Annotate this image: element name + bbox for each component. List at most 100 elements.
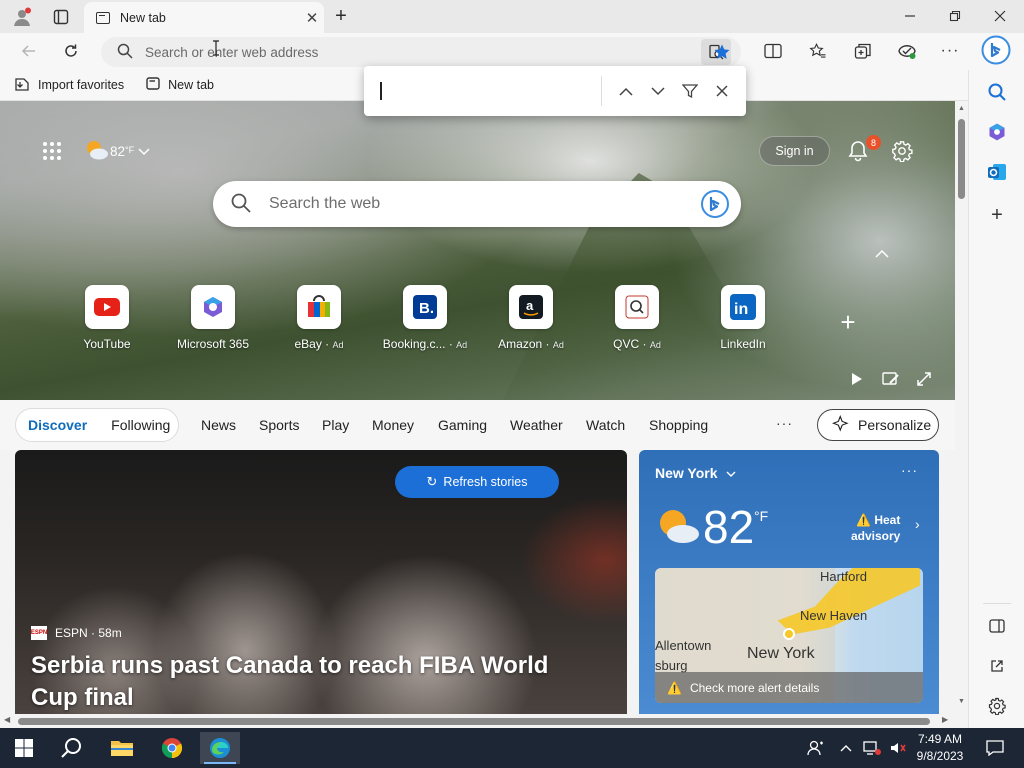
people-icon[interactable] <box>796 732 836 764</box>
weather-alert-map[interactable]: Hartford New Haven Allentown New York sb… <box>655 568 923 703</box>
taskbar-search-icon[interactable] <box>52 732 92 764</box>
new-tab-page-icon <box>146 77 160 93</box>
nav-gaming[interactable]: Gaming <box>438 417 487 433</box>
copilot-bing-icon[interactable] <box>981 35 1011 65</box>
volume-muted-icon[interactable] <box>884 732 912 764</box>
sidebar-open-external-icon[interactable] <box>985 654 1009 678</box>
favorite-star-icon[interactable] <box>705 37 739 67</box>
sidebar-microsoft-365-icon[interactable] <box>985 120 1009 144</box>
tab-discover[interactable]: Discover <box>28 417 87 433</box>
background-info-icon[interactable] <box>882 371 902 391</box>
notifications-center-icon[interactable] <box>975 732 1015 764</box>
file-explorer-icon[interactable] <box>102 732 142 764</box>
quick-link-microsoft-365[interactable]: Microsoft 365 <box>163 285 263 355</box>
quick-link-booking[interactable]: B. Booking.c... · Ad <box>375 285 475 355</box>
import-favorites-link[interactable]: Import favorites <box>14 77 124 94</box>
nav-sports[interactable]: Sports <box>259 417 299 433</box>
weather-card[interactable]: New York ··· 82 °F ⚠️ Heat advisory › Ha… <box>639 450 939 714</box>
find-next-icon[interactable] <box>642 75 674 107</box>
sidebar-search-icon[interactable] <box>985 80 1009 104</box>
nav-watch[interactable]: Watch <box>586 417 625 433</box>
chrome-icon[interactable] <box>152 732 192 764</box>
tab-following[interactable]: Following <box>111 417 170 433</box>
quick-link-linkedin[interactable]: in LinkedIn <box>693 285 793 355</box>
chevron-right-icon[interactable]: › <box>915 516 920 532</box>
close-window-icon[interactable] <box>988 5 1012 27</box>
linkedin-icon: in <box>721 285 765 329</box>
address-input[interactable]: Search or enter web address <box>145 45 701 60</box>
nav-play[interactable]: Play <box>322 417 349 433</box>
sign-in-button[interactable]: Sign in <box>759 136 830 166</box>
vertical-scroll-thumb[interactable] <box>958 119 965 199</box>
web-search-box[interactable]: Search the web <box>213 181 741 227</box>
quick-link-ebay[interactable]: eBay · Ad <box>269 285 369 355</box>
find-previous-icon[interactable] <box>610 75 642 107</box>
fullscreen-expand-icon[interactable] <box>916 371 936 391</box>
quick-link-amazon[interactable]: a Amazon · Ad <box>481 285 581 355</box>
new-tab-plus-icon[interactable]: + <box>330 5 352 27</box>
play-background-icon[interactable] <box>848 371 868 391</box>
find-input[interactable] <box>382 76 602 106</box>
taskbar-clock[interactable]: 7:49 AM 9/8/2023 <box>912 731 968 765</box>
find-filter-icon[interactable] <box>674 75 706 107</box>
profile-icon[interactable] <box>10 6 34 28</box>
scroll-left-icon[interactable]: ◀ <box>4 715 10 724</box>
settings-more-icon[interactable]: ··· <box>937 39 963 63</box>
top-story-card[interactable]: ↻ Refresh stories ESPN ESPN · 58m Serbia… <box>15 450 627 714</box>
scroll-down-icon[interactable]: ▼ <box>958 698 965 705</box>
browser-tab[interactable]: New tab ✕ <box>84 2 324 33</box>
network-icon[interactable] <box>858 732 886 764</box>
back-icon[interactable] <box>16 39 42 63</box>
nav-news[interactable]: News <box>201 417 236 433</box>
story-headline[interactable]: Serbia runs past Canada to reach FIBA Wo… <box>31 650 591 714</box>
sidebar-hide-icon[interactable] <box>985 614 1009 638</box>
sidebar-outlook-icon[interactable] <box>985 160 1009 184</box>
horizontal-scroll-thumb[interactable] <box>18 718 930 725</box>
horizontal-scrollbar[interactable]: ◀ ▶ <box>0 714 955 728</box>
quick-link-youtube[interactable]: YouTube <box>57 285 157 355</box>
find-close-icon[interactable] <box>706 75 738 107</box>
weather-city-selector[interactable]: New York <box>655 465 736 481</box>
more-categories-icon[interactable]: ··· <box>776 415 793 431</box>
new-tab-favorite-link[interactable]: New tab <box>146 77 214 93</box>
nav-money[interactable]: Money <box>372 417 414 433</box>
sidebar-add-plus-icon[interactable]: + <box>985 203 1009 227</box>
nav-weather[interactable]: Weather <box>510 417 563 433</box>
page-settings-gear-icon[interactable] <box>890 139 914 163</box>
split-screen-icon[interactable] <box>760 39 786 63</box>
nav-shopping[interactable]: Shopping <box>649 417 708 433</box>
sidebar-settings-gear-icon[interactable] <box>985 694 1009 718</box>
quick-link-label: Microsoft 365 <box>176 337 250 351</box>
restore-icon[interactable] <box>943 5 967 27</box>
refresh-stories-button[interactable]: ↻ Refresh stories <box>395 466 559 498</box>
edge-taskbar-icon[interactable] <box>200 732 240 764</box>
check-alert-details-link[interactable]: ⚠️ Check more alert details <box>655 672 923 703</box>
svg-text:B.: B. <box>419 300 434 317</box>
windows-start-icon[interactable] <box>4 732 44 764</box>
personalize-label: Personalize <box>858 417 932 433</box>
weather-more-options-icon[interactable]: ··· <box>901 462 918 478</box>
personalize-button[interactable]: Personalize <box>817 409 939 441</box>
heat-advisory-alert[interactable]: ⚠️ Heat advisory <box>851 512 900 544</box>
close-tab-icon[interactable]: ✕ <box>300 9 324 27</box>
web-search-input[interactable]: Search the web <box>269 195 697 213</box>
favorites-icon[interactable] <box>805 39 831 63</box>
scroll-right-icon[interactable]: ▶ <box>942 715 948 724</box>
minimize-icon[interactable] <box>898 5 922 27</box>
collections-icon[interactable] <box>850 39 876 63</box>
quick-link-qvc[interactable]: QVC · Ad <box>587 285 687 355</box>
vertical-scrollbar[interactable]: ▲ ▼ <box>955 101 968 714</box>
weather-chip[interactable]: 82 °F <box>84 139 150 164</box>
collapse-chevron-up-icon[interactable] <box>873 244 891 262</box>
add-quick-link-plus-icon[interactable]: + <box>836 309 860 335</box>
quick-link-label: LinkedIn <box>720 337 766 351</box>
scroll-up-icon[interactable]: ▲ <box>958 105 965 112</box>
tab-actions-icon[interactable] <box>50 6 72 28</box>
address-bar[interactable]: Search or enter web address <box>101 37 741 67</box>
quick-link-label: YouTube <box>83 337 131 351</box>
bing-chat-icon[interactable] <box>697 186 733 222</box>
browser-essentials-icon[interactable] <box>894 39 920 63</box>
apps-launcher-icon[interactable] <box>40 139 64 163</box>
refresh-icon[interactable] <box>58 39 84 63</box>
show-hidden-icons-chevron-icon[interactable] <box>832 732 860 764</box>
